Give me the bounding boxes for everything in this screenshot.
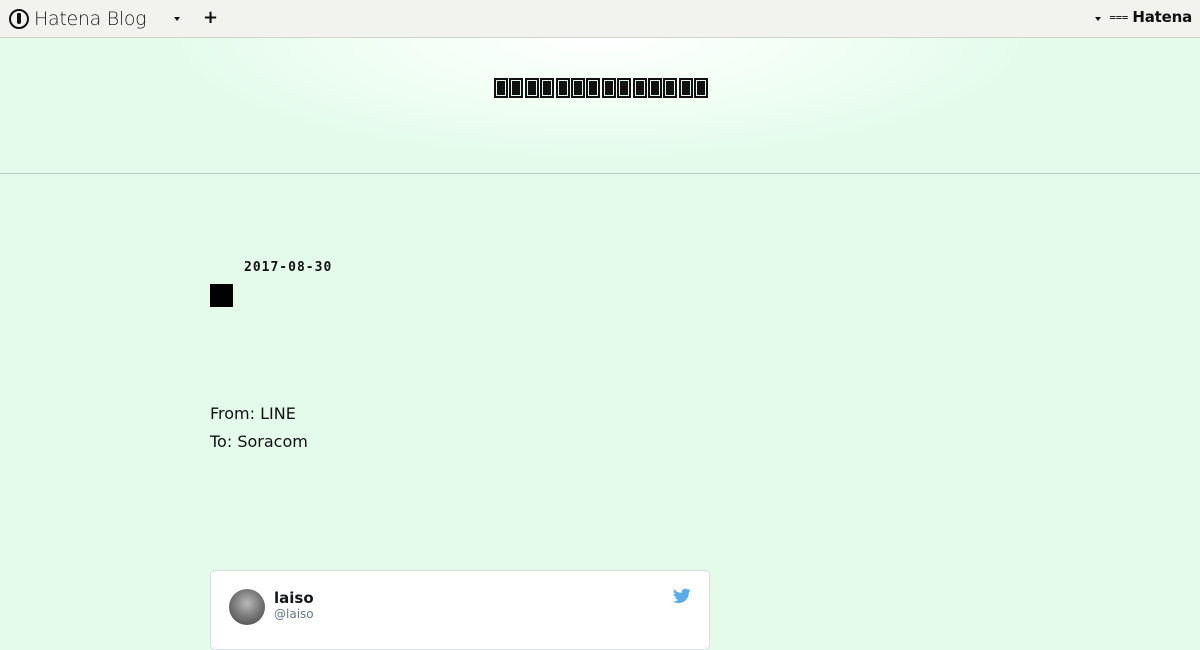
global-header: Hatena Blog + ⩶ Hatena xyxy=(0,0,1200,38)
tweet-author-handle[interactable]: @laiso xyxy=(274,607,314,621)
hatena-logo[interactable]: ⩶ Hatena xyxy=(1109,8,1193,26)
blog-title-glyph xyxy=(509,78,524,98)
hatena-blog-mark-icon xyxy=(9,9,29,29)
blog-title-glyph xyxy=(555,78,570,98)
blog-header xyxy=(0,38,1200,174)
tweet-author-name[interactable]: laiso xyxy=(274,589,314,607)
entry-title[interactable] xyxy=(210,284,233,307)
hatena-logo-text: Hatena xyxy=(1132,8,1192,26)
blog-title-glyph xyxy=(678,78,693,98)
blog-title-glyph xyxy=(617,78,632,98)
blog-title-glyph xyxy=(601,78,616,98)
entry-date[interactable]: 2017-08-30 xyxy=(244,260,332,275)
blog-title-glyph xyxy=(570,78,585,98)
blog-title-glyph xyxy=(647,78,662,98)
hatena-wing-icon: ⩶ xyxy=(1109,10,1129,23)
blog-title-glyph xyxy=(694,78,709,98)
new-entry-button[interactable]: + xyxy=(203,6,218,30)
blog-title-glyph xyxy=(494,78,508,98)
blog-title-glyph xyxy=(524,78,539,98)
account-menu-caret-icon[interactable] xyxy=(1095,17,1101,21)
entry-body-line: To: Soracom xyxy=(210,432,308,451)
blog-menu-caret-icon[interactable] xyxy=(174,17,180,21)
blog-title-glyph xyxy=(663,78,678,98)
entry-body: From: LINE To: Soracom xyxy=(210,400,308,456)
hatena-blog-logo[interactable]: Hatena Blog xyxy=(9,7,147,31)
embedded-tweet-card[interactable]: laiso @laiso xyxy=(210,570,710,650)
blog-title-glyph xyxy=(540,78,555,98)
avatar[interactable] xyxy=(229,589,265,625)
entry-body-line: From: LINE xyxy=(210,404,296,423)
blog-title[interactable] xyxy=(494,78,709,100)
blog-title-glyph xyxy=(586,78,601,98)
hatena-blog-logo-text: Hatena Blog xyxy=(34,8,147,30)
blog-title-glyph xyxy=(632,78,647,98)
twitter-bird-icon[interactable] xyxy=(673,588,691,604)
